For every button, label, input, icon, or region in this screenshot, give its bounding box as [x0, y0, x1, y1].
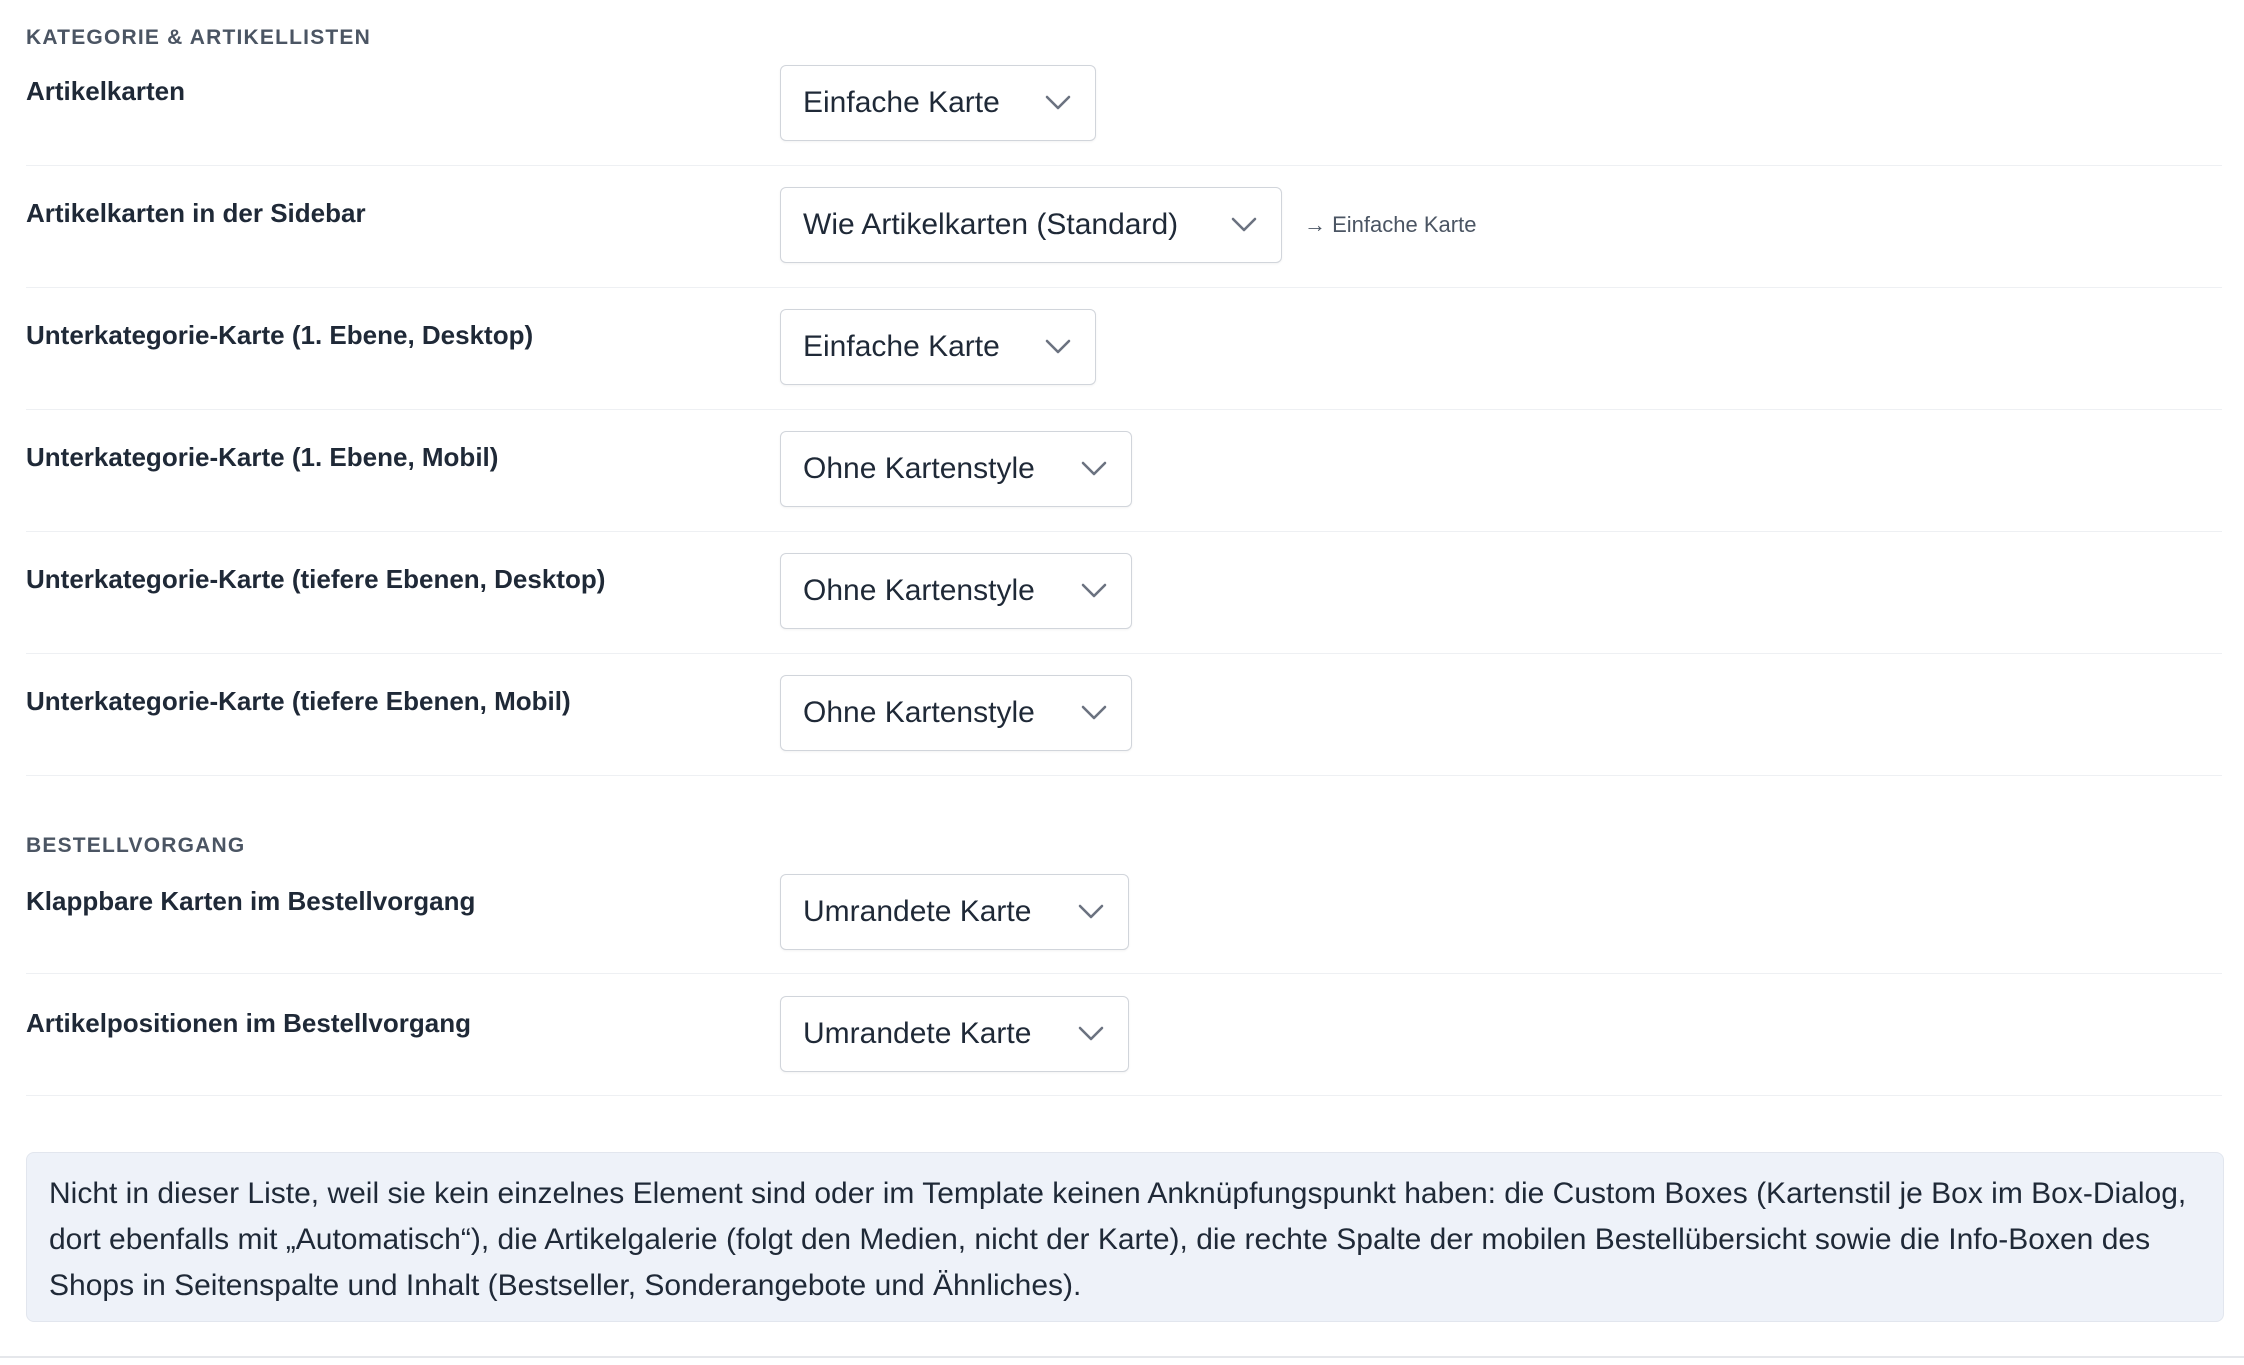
chevron-down-icon — [1079, 581, 1109, 601]
info-note: Nicht in dieser Liste, weil sie kein ein… — [26, 1152, 2224, 1322]
subcat-deep-mobile-select[interactable]: Ohne Kartenstyle — [780, 675, 1132, 751]
select-value: Umrandete Karte — [803, 1017, 1032, 1050]
setting-row-subcat-1-desktop: Unterkategorie-Karte (1. Ebene, Desktop)… — [26, 288, 2222, 410]
select-value: Wie Artikelkarten (Standard) — [803, 208, 1179, 241]
setting-row-line-items: Artikelpositionen im Bestellvorgang Umra… — [26, 974, 2222, 1096]
resolved-value-hint: → Einfache Karte — [1304, 212, 1477, 237]
sidebar-card-style-select[interactable]: Wie Artikelkarten (Standard) — [780, 187, 1282, 263]
select-value: Ohne Kartenstyle — [803, 452, 1035, 485]
setting-row-subcat-1-mobile: Unterkategorie-Karte (1. Ebene, Mobil) O… — [26, 410, 2222, 532]
setting-label: Unterkategorie-Karte (1. Ebene, Mobil) — [26, 442, 499, 472]
setting-label: Artikelkarten — [26, 76, 185, 106]
setting-row-subcat-deep-desktop: Unterkategorie-Karte (tiefere Ebenen, De… — [26, 532, 2222, 654]
select-value: Einfache Karte — [803, 86, 1000, 119]
setting-label: Unterkategorie-Karte (1. Ebene, Desktop) — [26, 320, 534, 350]
select-value: Einfache Karte — [803, 330, 1000, 363]
subcat-1-mobile-select[interactable]: Ohne Kartenstyle — [780, 431, 1132, 507]
chevron-down-icon — [1229, 215, 1259, 235]
select-value: Ohne Kartenstyle — [803, 574, 1035, 607]
setting-row-subcat-deep-mobile: Unterkategorie-Karte (tiefere Ebenen, Mo… — [26, 654, 2222, 776]
chevron-down-icon — [1076, 902, 1106, 922]
chevron-down-icon — [1043, 93, 1073, 113]
select-value: Ohne Kartenstyle — [803, 696, 1035, 729]
chevron-down-icon — [1079, 703, 1109, 723]
subcat-deep-desktop-select[interactable]: Ohne Kartenstyle — [780, 553, 1132, 629]
settings-page: KATEGORIE & ARTIKELLISTEN Artikelkarten … — [0, 0, 2244, 1365]
setting-label: Artikelpositionen im Bestellvorgang — [26, 1008, 471, 1038]
setting-label: Unterkategorie-Karte (tiefere Ebenen, De… — [26, 564, 606, 594]
setting-row-artikelkarten: Artikelkarten Einfache Karte — [26, 44, 2222, 166]
setting-label: Artikelkarten in der Sidebar — [26, 198, 366, 228]
bottom-divider — [0, 1356, 2244, 1358]
chevron-down-icon — [1079, 459, 1109, 479]
chevron-down-icon — [1043, 337, 1073, 357]
subcat-1-desktop-select[interactable]: Einfache Karte — [780, 309, 1096, 385]
setting-row-artikelkarten-sidebar: Artikelkarten in der Sidebar Wie Artikel… — [26, 166, 2222, 288]
setting-row-collapsible-cards: Klappbare Karten im Bestellvorgang Umran… — [26, 852, 2222, 974]
line-items-select[interactable]: Umrandete Karte — [780, 996, 1129, 1072]
setting-label: Unterkategorie-Karte (tiefere Ebenen, Mo… — [26, 686, 571, 716]
collapsible-cards-select[interactable]: Umrandete Karte — [780, 874, 1129, 950]
card-style-select[interactable]: Einfache Karte — [780, 65, 1096, 141]
select-value: Umrandete Karte — [803, 895, 1032, 928]
setting-label: Klappbare Karten im Bestellvorgang — [26, 886, 476, 916]
chevron-down-icon — [1076, 1024, 1106, 1044]
